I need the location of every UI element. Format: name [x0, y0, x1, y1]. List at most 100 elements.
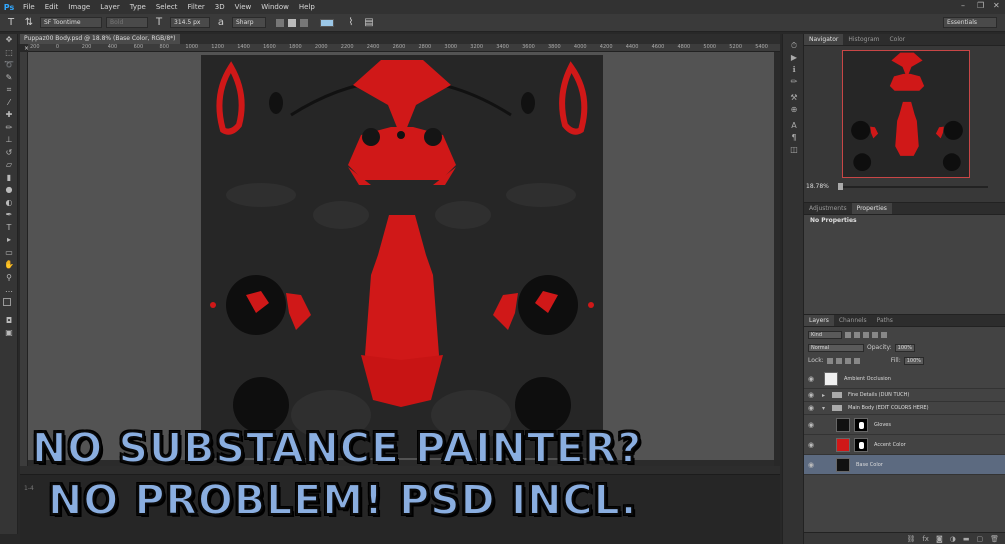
- text-orientation-icon[interactable]: ⇅: [22, 16, 36, 30]
- workspace-select[interactable]: Essentials: [943, 17, 997, 28]
- menu-type[interactable]: Type: [125, 0, 151, 14]
- quick-select-tool-icon[interactable]: ✎: [0, 72, 18, 85]
- tab-adjustments[interactable]: Adjustments: [804, 203, 852, 214]
- eraser-tool-icon[interactable]: ▱: [0, 159, 18, 172]
- lock-all-icon[interactable]: [853, 357, 860, 364]
- menu-filter[interactable]: Filter: [182, 0, 209, 14]
- clone-stamp-tool-icon[interactable]: ⊥: [0, 134, 18, 147]
- text-color-swatch[interactable]: [320, 18, 334, 27]
- tab-color[interactable]: Color: [884, 34, 910, 45]
- navigator-zoom-value[interactable]: 18.78%: [806, 183, 829, 190]
- document-tab[interactable]: Puppaz00 Body.psd @ 18.8% (Base Color, R…: [20, 34, 180, 52]
- lock-transparent-icon[interactable]: [826, 357, 833, 364]
- layer-row-selected[interactable]: ◉ Base Color: [804, 455, 1005, 475]
- font-style-select[interactable]: Bold: [106, 17, 148, 28]
- crop-tool-icon[interactable]: ⌗: [0, 84, 18, 97]
- more-tools-icon[interactable]: …: [0, 284, 18, 297]
- filter-smart-icon[interactable]: [881, 331, 887, 338]
- menu-help[interactable]: Help: [294, 0, 320, 14]
- character-panel-icon[interactable]: ▤: [362, 16, 376, 30]
- new-group-icon[interactable]: ▬: [963, 535, 970, 543]
- new-layer-icon[interactable]: ▢: [976, 535, 983, 543]
- gradient-tool-icon[interactable]: ▮: [0, 172, 18, 185]
- character-panel-icon[interactable]: A: [783, 120, 805, 132]
- adjustment-layer-icon[interactable]: ◑: [950, 535, 956, 543]
- blur-tool-icon[interactable]: ●: [0, 184, 18, 197]
- foreground-color[interactable]: [3, 297, 11, 306]
- lock-pixels-icon[interactable]: [835, 357, 842, 364]
- tab-navigator[interactable]: Navigator: [804, 34, 844, 45]
- align-center-button[interactable]: [288, 18, 296, 27]
- layer-row[interactable]: ◉ Gloves: [804, 415, 1005, 435]
- glyphs-panel-icon[interactable]: ◫: [783, 144, 805, 156]
- brush-tool-icon[interactable]: ✏: [0, 122, 18, 135]
- visibility-eye-icon[interactable]: ◉: [804, 441, 818, 449]
- menu-select[interactable]: Select: [151, 0, 183, 14]
- trash-icon[interactable]: 🗑: [990, 535, 999, 543]
- font-size-field[interactable]: 314.5 px: [170, 17, 210, 28]
- history-panel-icon[interactable]: ⏱: [783, 40, 805, 52]
- color-swatches[interactable]: [0, 297, 18, 315]
- paragraph-panel-icon[interactable]: ¶: [783, 132, 805, 144]
- path-select-tool-icon[interactable]: ▸: [0, 234, 18, 247]
- layer-group-row[interactable]: ◉ ▾ Main Body (EDIT COLORS HERE): [804, 402, 1005, 415]
- layer-row[interactable]: ◉ Ambient Occlusion: [804, 370, 1005, 389]
- filter-shape-icon[interactable]: [872, 331, 878, 338]
- lasso-tool-icon[interactable]: ➰: [0, 59, 18, 72]
- dodge-tool-icon[interactable]: ◐: [0, 197, 18, 210]
- layer-filter-select[interactable]: Kind: [808, 330, 842, 339]
- chevron-right-icon[interactable]: ▸: [822, 392, 830, 399]
- restore-icon[interactable]: ❐: [977, 2, 985, 10]
- marquee-tool-icon[interactable]: ⬚: [0, 47, 18, 60]
- font-family-select[interactable]: SF Toontime: [40, 17, 102, 28]
- eyedropper-tool-icon[interactable]: ⁄: [0, 97, 18, 110]
- warp-text-icon[interactable]: ⌇: [344, 16, 358, 30]
- menu-file[interactable]: File: [18, 0, 40, 14]
- healing-tool-icon[interactable]: ✚: [0, 109, 18, 122]
- pen-tool-icon[interactable]: ✒: [0, 209, 18, 222]
- body-texture-canvas[interactable]: [201, 55, 603, 458]
- menu-image[interactable]: Image: [63, 0, 95, 14]
- clone-source-icon[interactable]: ⊕: [783, 104, 805, 116]
- layer-row[interactable]: ◉ Accent Color: [804, 435, 1005, 455]
- chevron-down-icon[interactable]: ▾: [822, 405, 830, 412]
- add-mask-icon[interactable]: ◙: [936, 535, 943, 543]
- tab-layers[interactable]: Layers: [804, 315, 834, 326]
- move-tool-icon[interactable]: ✥: [0, 34, 18, 47]
- shape-tool-icon[interactable]: ▭: [0, 247, 18, 260]
- tab-paths[interactable]: Paths: [872, 315, 898, 326]
- filter-type-icon[interactable]: [863, 331, 869, 338]
- visibility-eye-icon[interactable]: ◉: [804, 421, 818, 429]
- zoom-tool-icon[interactable]: ⚲: [0, 272, 18, 285]
- align-left-button[interactable]: [276, 18, 284, 27]
- visibility-eye-icon[interactable]: ◉: [804, 404, 818, 412]
- quick-mask-icon[interactable]: ◘: [0, 315, 18, 328]
- filter-pixel-icon[interactable]: [845, 331, 851, 338]
- type-tool-icon[interactable]: T: [0, 222, 18, 235]
- vertical-scrollbar[interactable]: [774, 52, 780, 460]
- menu-view[interactable]: View: [230, 0, 257, 14]
- menu-3d[interactable]: 3D: [210, 0, 230, 14]
- opacity-field[interactable]: 100%: [894, 343, 915, 352]
- menu-edit[interactable]: Edit: [40, 0, 64, 14]
- menu-window[interactable]: Window: [256, 0, 294, 14]
- brush-panel-icon[interactable]: ✏: [783, 76, 805, 88]
- navigator-zoom-slider[interactable]: [838, 183, 988, 190]
- antialias-select[interactable]: Sharp: [232, 17, 266, 28]
- blend-mode-select[interactable]: Normal: [808, 343, 864, 352]
- fill-field[interactable]: 100%: [903, 356, 924, 365]
- filter-adjustment-icon[interactable]: [854, 331, 860, 338]
- minimize-icon[interactable]: –: [961, 2, 969, 10]
- actions-panel-icon[interactable]: ▶: [783, 52, 805, 64]
- navigator-thumbnail[interactable]: [842, 50, 970, 178]
- visibility-eye-icon[interactable]: ◉: [804, 461, 818, 469]
- tab-histogram[interactable]: Histogram: [843, 34, 884, 45]
- layer-mask-thumbnail[interactable]: [854, 437, 868, 452]
- lock-position-icon[interactable]: [844, 357, 851, 364]
- align-right-button[interactable]: [300, 18, 308, 27]
- type-tool-icon[interactable]: T: [4, 16, 18, 30]
- close-icon[interactable]: ✕: [993, 2, 1001, 10]
- tab-properties[interactable]: Properties: [851, 203, 892, 214]
- layer-mask-thumbnail[interactable]: [854, 417, 868, 432]
- info-panel-icon[interactable]: ℹ: [783, 64, 805, 76]
